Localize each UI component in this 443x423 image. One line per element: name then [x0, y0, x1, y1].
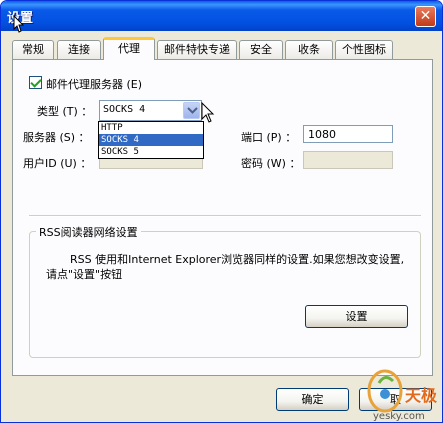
ok-button[interactable]: 确定	[276, 388, 349, 411]
proxy-type-select[interactable]: SOCKS 4	[99, 100, 202, 121]
tab-label: 安全	[250, 43, 272, 56]
rss-group-title: RSS阅读器网络设置	[36, 224, 141, 240]
close-button[interactable]: ✕	[415, 6, 436, 27]
rss-description: RSS 使用和Internet Explorer浏览器同样的设置.如果您想改变设…	[46, 253, 405, 281]
tab-label: 个性图标	[342, 43, 386, 56]
mouse-cursor-icon	[13, 15, 25, 33]
tab-label: 邮件特快专递	[164, 43, 230, 56]
password-label: 密码 (W) ：	[241, 157, 301, 170]
tab-security[interactable]: 安全	[239, 40, 283, 59]
tab-label: 收条	[298, 43, 320, 56]
tab-connection[interactable]: 连接	[57, 40, 101, 59]
tab-personal-icons[interactable]: 个性图标	[335, 40, 393, 59]
section-divider	[29, 215, 421, 217]
button-label: 设置	[345, 310, 368, 323]
rss-network-group: RSS阅读器网络设置 RSS 使用和Internet Explorer浏览器同样…	[29, 224, 421, 358]
chevron-down-icon	[187, 107, 198, 114]
type-label: 类型 (T) ：	[37, 105, 93, 118]
user-id-label: 用户ID (U) ：	[23, 157, 92, 170]
tab-label: 连接	[68, 43, 90, 56]
port-value: 1080	[308, 128, 336, 141]
tab-label: 常规	[22, 43, 44, 56]
title-bar[interactable]: 设置 ✕	[1, 1, 442, 31]
close-icon: ✕	[419, 8, 432, 24]
dropdown-button[interactable]	[183, 102, 200, 119]
proxy-type-dropdown-list: HTTP SOCKS 4 SOCKS 5	[98, 121, 204, 159]
settings-dialog: 设置 ✕ 常规 连接 代理 邮件特快专递 安全 收条 个性图标 邮件代理服务器 …	[0, 0, 443, 423]
enable-proxy-label: 邮件代理服务器 (E)	[46, 78, 143, 91]
watermark-brand: 天极	[405, 386, 438, 405]
mouse-cursor-icon	[201, 102, 215, 123]
proxy-type-value: SOCKS 4	[103, 104, 146, 115]
tab-proxy[interactable]: 代理	[103, 37, 155, 60]
server-label: 服务器 (S) ：	[23, 131, 90, 144]
tab-label: 代理	[118, 42, 140, 55]
tab-receipts[interactable]: 收条	[285, 40, 333, 59]
yesky-watermark-logo: 天极 yesky.com	[367, 369, 438, 422]
proxy-type-option-http[interactable]: HTTP	[99, 122, 203, 134]
proxy-tab-panel: 邮件代理服务器 (E) 类型 (T) ： SOCKS 4 HTTP SOCKS …	[12, 59, 433, 376]
button-label: 确定	[301, 393, 324, 406]
tab-general[interactable]: 常规	[12, 40, 54, 59]
watermark-domain: yesky.com	[373, 411, 425, 422]
proxy-type-option-socks5[interactable]: SOCKS 5	[99, 146, 203, 158]
password-input[interactable]	[303, 151, 393, 169]
tab-mail-express[interactable]: 邮件特快专递	[157, 40, 237, 59]
port-input[interactable]: 1080	[303, 125, 393, 143]
rss-settings-button[interactable]: 设置	[305, 305, 408, 328]
port-label: 端口 (P) ：	[241, 131, 297, 144]
proxy-type-option-socks4[interactable]: SOCKS 4	[99, 134, 203, 146]
enable-proxy-checkbox[interactable]	[29, 76, 42, 89]
